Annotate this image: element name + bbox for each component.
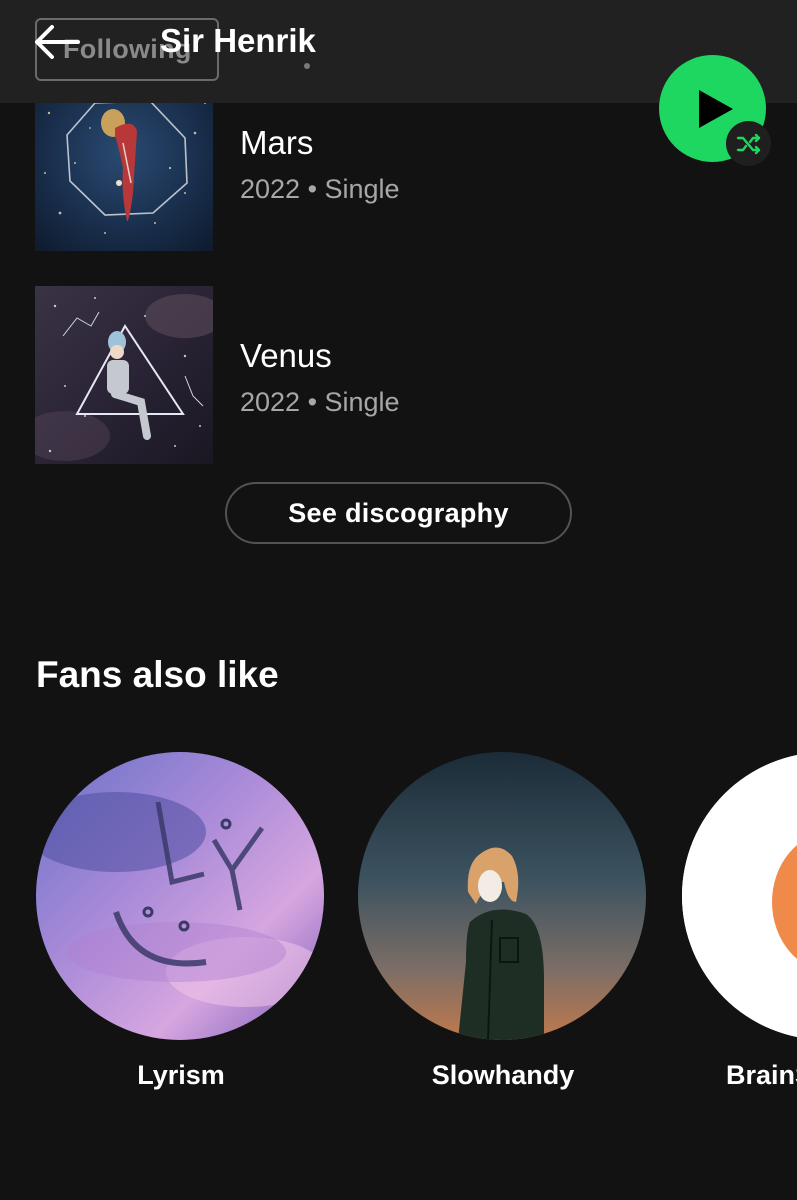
release-meta: 2022 • Single (240, 387, 400, 417)
release-meta: 2022 • Single (240, 174, 400, 204)
page-title: Sir Henrik (160, 22, 316, 59)
release-item-venus[interactable]: Venus 2022 • Single (35, 286, 595, 464)
back-arrow-icon[interactable] (32, 20, 82, 64)
play-icon (699, 90, 733, 128)
artist-page: Mars 2022 • Single Venus 2022 • Single S… (0, 0, 797, 1200)
page-indicator-dot (304, 63, 310, 69)
artist-avatar-lyrism (36, 752, 324, 1040)
section-title-fans-also-like: Fans also like (36, 654, 279, 695)
artist-avatar-brains (682, 752, 797, 1040)
artist-name: Lyrism (137, 1060, 225, 1090)
release-cover-venus (35, 286, 213, 464)
release-title: Venus (240, 337, 332, 374)
artist-name: BrainS (726, 1060, 797, 1090)
release-title: Mars (240, 124, 314, 161)
shuffle-button[interactable] (726, 121, 771, 166)
see-discography-button[interactable]: See discography (225, 482, 572, 544)
artist-avatar-slowhandy (358, 752, 646, 1040)
artist-name: Slowhandy (431, 1060, 575, 1090)
shuffle-icon (736, 133, 760, 154)
